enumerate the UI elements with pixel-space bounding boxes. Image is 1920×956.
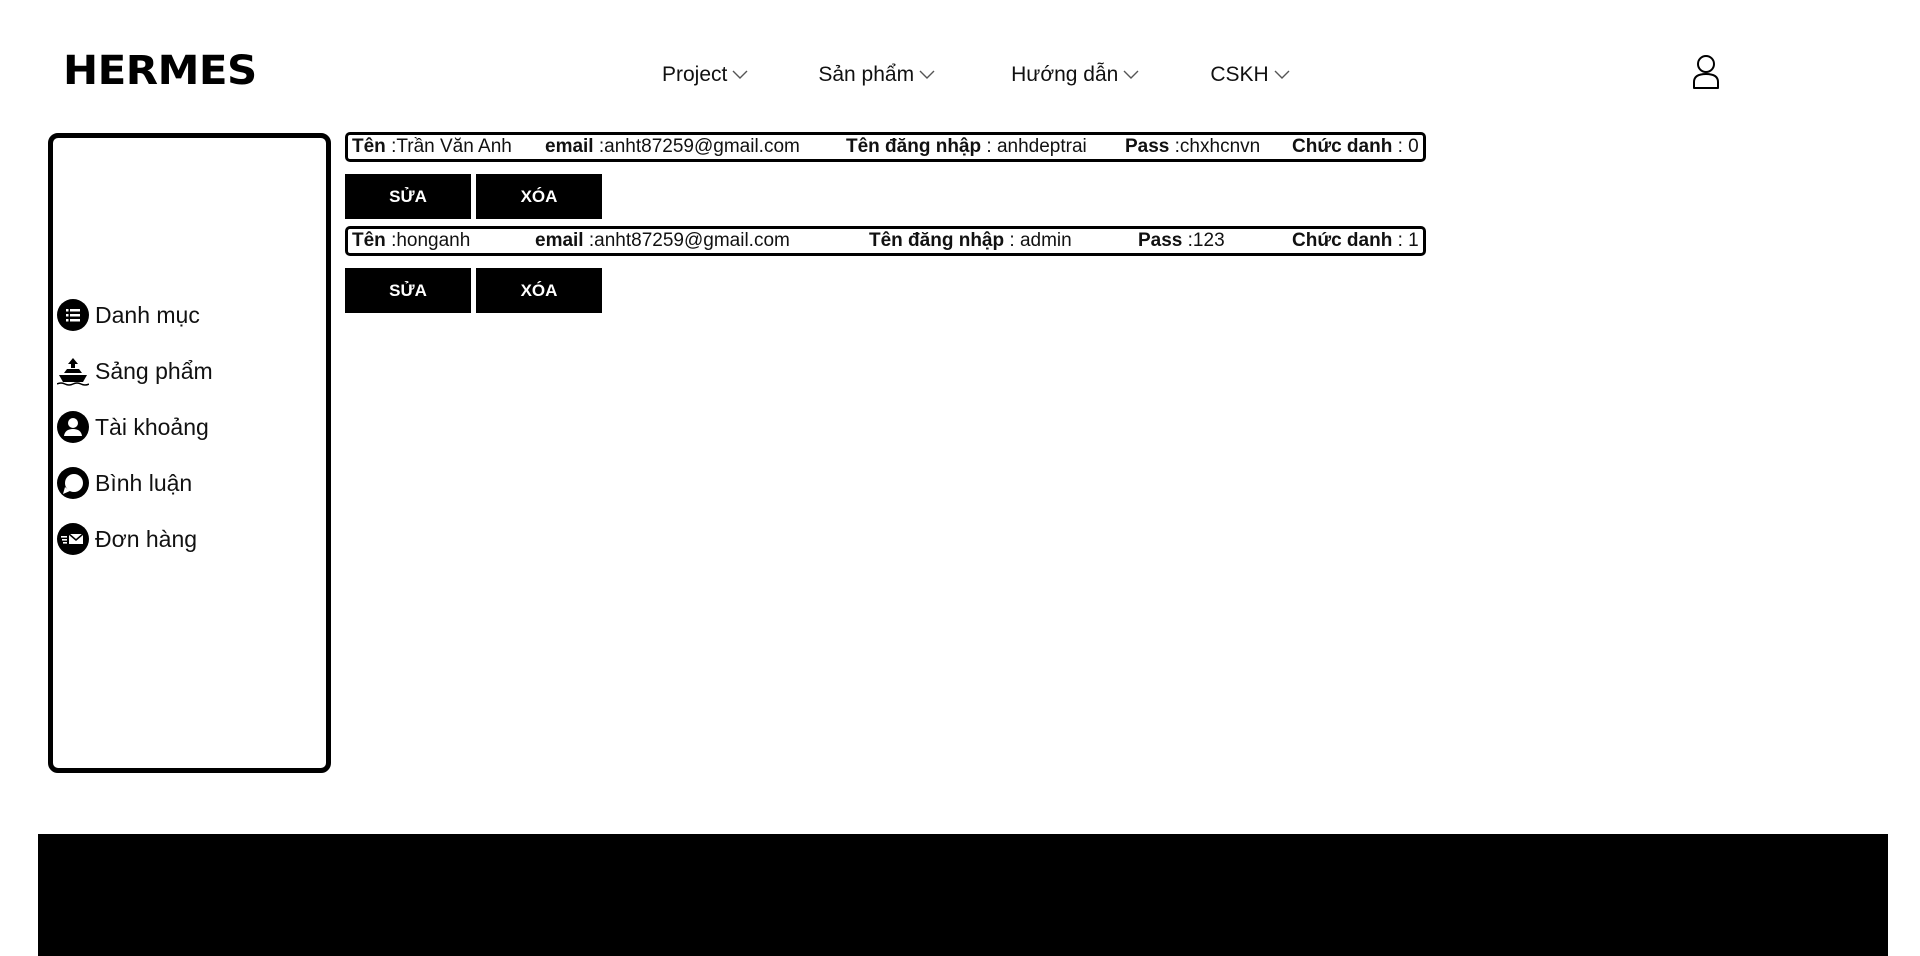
sidebar-item-binh-luan[interactable]: Bình luận [57, 467, 192, 499]
edit-button[interactable]: SỬA [345, 268, 471, 313]
person-icon [57, 411, 89, 443]
label-email: email [545, 136, 594, 157]
label-email: email [535, 230, 584, 251]
chevron-down-icon [1274, 70, 1290, 79]
label-pass: Pass [1138, 230, 1183, 251]
value-name: :honganh [391, 230, 471, 251]
value-email: :anht87259@gmail.com [588, 230, 790, 251]
field-username: Tên đăng nhập : admin [869, 229, 1072, 253]
sidebar-item-label: Bình luận [95, 469, 193, 496]
nav-cskh[interactable]: CSKH [1210, 60, 1290, 90]
field-username: Tên đăng nhập : anhdeptrai [846, 135, 1087, 159]
field-name: Tên :honganh [352, 229, 470, 253]
field-email: email :anht87259@gmail.com [545, 135, 800, 159]
nav-project-label: Project [662, 63, 728, 86]
nav-cskh-label: CSKH [1210, 63, 1269, 86]
label-username: Tên đăng nhập [846, 136, 982, 157]
mail-icon [57, 523, 89, 555]
delete-button[interactable]: XÓA [476, 268, 602, 313]
label-username: Tên đăng nhập [869, 230, 1005, 251]
label-name: Tên [352, 230, 386, 251]
field-pass: Pass :123 [1138, 229, 1225, 253]
sidebar-item-label: Đơn hàng [95, 525, 198, 552]
field-role: Chức danh : 1 [1292, 229, 1419, 253]
sidebar-item-danh-muc[interactable]: Danh mục [57, 299, 200, 331]
field-role: Chức danh : 0 [1292, 135, 1419, 159]
list-icon [57, 299, 89, 331]
value-pass: :chxhcnvn [1174, 136, 1261, 157]
label-role: Chức danh [1292, 230, 1393, 251]
account-row: Tên :Trần Văn Anh email :anht87259@gmail… [345, 132, 1426, 162]
value-email: :anht87259@gmail.com [598, 136, 800, 157]
chevron-down-icon [919, 70, 935, 79]
chat-icon [57, 467, 89, 499]
nav-huong-dan[interactable]: Hướng dẫn [1011, 60, 1139, 90]
value-role: : 1 [1397, 230, 1419, 251]
nav-san-pham-label: Sản phẩm [818, 63, 915, 86]
chevron-down-icon [1123, 70, 1139, 79]
nav-project[interactable]: Project [662, 60, 748, 90]
user-icon[interactable] [1691, 54, 1721, 90]
account-row: Tên :honganh email :anht87259@gmail.com … [345, 226, 1426, 256]
sidebar-item-label: Tài khoảng [95, 413, 209, 440]
value-role: : 0 [1397, 136, 1419, 157]
sidebar-item-don-hang[interactable]: Đơn hàng [57, 523, 197, 555]
sidebar-item-label: Sảng phẩm [95, 357, 213, 384]
value-pass: :123 [1187, 230, 1225, 251]
label-name: Tên [352, 136, 386, 157]
footer [38, 834, 1888, 956]
chevron-down-icon [732, 70, 748, 79]
sidebar-item-label: Danh mục [95, 301, 200, 328]
field-pass: Pass :chxhcnvn [1125, 135, 1260, 159]
label-role: Chức danh [1292, 136, 1393, 157]
logo[interactable]: HERMES [63, 48, 257, 94]
main-nav: Project Sản phẩm Hướng dẫn CSKH [662, 60, 1290, 90]
sidebar: Danh mục Sảng phẩm Tài khoảng Bình luận [48, 133, 331, 773]
value-name: :Trần Văn Anh [391, 136, 512, 157]
ship-icon [57, 358, 89, 386]
nav-san-pham[interactable]: Sản phẩm [818, 60, 935, 90]
field-email: email :anht87259@gmail.com [535, 229, 790, 253]
value-username: : admin [1009, 230, 1072, 251]
field-name: Tên :Trần Văn Anh [352, 135, 512, 159]
nav-huong-dan-label: Hướng dẫn [1011, 63, 1119, 86]
label-pass: Pass [1125, 136, 1170, 157]
value-username: : anhdeptrai [986, 136, 1087, 157]
edit-button[interactable]: SỬA [345, 174, 471, 219]
sidebar-item-tai-khoang[interactable]: Tài khoảng [57, 411, 209, 443]
sidebar-item-sang-pham[interactable]: Sảng phẩm [57, 355, 213, 387]
delete-button[interactable]: XÓA [476, 174, 602, 219]
